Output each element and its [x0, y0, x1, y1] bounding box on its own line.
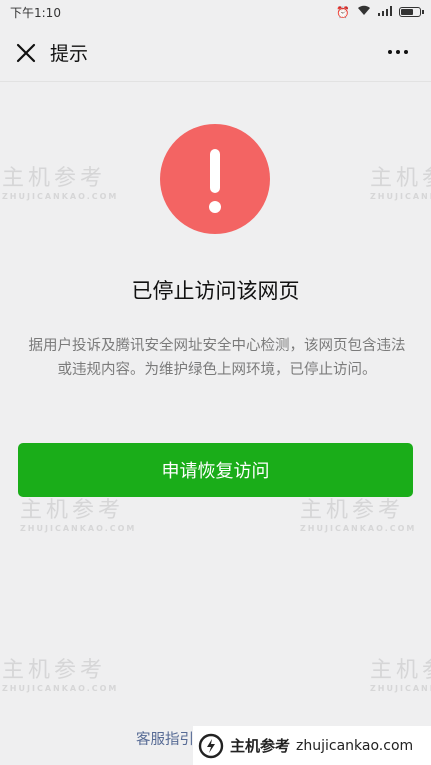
notice-title: 已停止访问该网页: [131, 279, 300, 303]
watermark: 主机参考 ZHUJICANKAO.COM: [20, 498, 137, 533]
watermark-brand: 主机参考: [230, 737, 291, 755]
warning-icon: [160, 124, 270, 234]
watermark-url: zhujicankao.com: [296, 737, 414, 754]
watermark: 主机参考 ZHUJICANKAO.COM: [300, 498, 417, 533]
warning-bar: [210, 149, 220, 193]
watermark: 主机参考 ZHUJICANKAO.COM: [370, 658, 431, 693]
battery-icon: [399, 7, 424, 17]
status-icons: ⏰: [336, 5, 424, 19]
close-button[interactable]: [2, 24, 50, 82]
more-button[interactable]: [383, 40, 413, 64]
more-dot: [404, 50, 408, 54]
customer-service-guide-link[interactable]: 客服指引: [136, 728, 194, 749]
status-bar: 下午1:10 ⏰: [0, 0, 431, 24]
appeal-button[interactable]: 申请恢复访问: [18, 443, 413, 497]
watermark: 主机参考 ZHUJICANKAO.COM: [2, 658, 119, 693]
alarm-icon: ⏰: [336, 5, 350, 19]
watermark: 主机参考 ZHUJICANKAO.COM: [370, 166, 431, 201]
notice-description: 据用户投诉及腾讯安全网址安全中心检测，该网页包含违法或违规内容。为维护绿色上网环…: [28, 338, 406, 378]
more-dot: [396, 50, 400, 54]
status-time: 下午1:10: [10, 5, 61, 20]
signal-icon: [378, 5, 392, 19]
page-title: 提示: [50, 43, 89, 65]
logo-icon: [198, 733, 224, 758]
warning-dot: [209, 201, 221, 213]
wifi-icon: [357, 5, 371, 19]
close-icon: [16, 43, 36, 62]
watermark: 主机参考 ZHUJICANKAO.COM: [2, 166, 119, 201]
watermark-banner: 主机参考 zhujicankao.com: [193, 726, 431, 765]
nav-bar: 提示: [0, 24, 431, 82]
more-dot: [388, 50, 392, 54]
